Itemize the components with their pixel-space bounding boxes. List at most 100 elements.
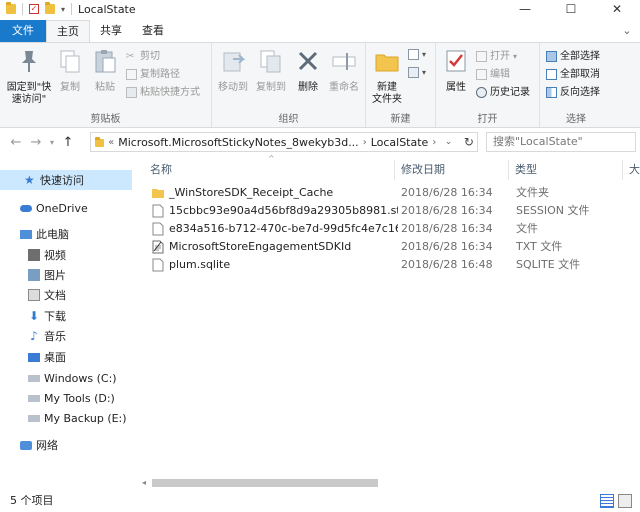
nav-item-pictures[interactable]: 图片 — [0, 265, 132, 285]
table-row[interactable]: e834a516-b712-470c-be7d-99d5fc4e7c16 201… — [148, 220, 638, 238]
file-date: 2018/6/28 16:34 — [401, 222, 493, 235]
nav-item-videos[interactable]: 视频 — [0, 245, 132, 265]
breadcrumb-segment[interactable]: LocalState — [371, 136, 429, 149]
nav-item-drive-c[interactable]: Windows (C:) — [0, 368, 132, 388]
invert-selection-button[interactable]: 反向选择 — [546, 85, 600, 100]
new-group-label: 新建 — [390, 114, 411, 125]
open-button[interactable]: 打开 ▾ — [476, 49, 517, 64]
rename-button[interactable]: 重命名 — [326, 47, 362, 94]
refresh-icon[interactable]: ↻ — [461, 135, 477, 149]
nav-item-downloads[interactable]: ⬇ 下载 — [0, 306, 132, 326]
file-list: ^ 名称 修改日期 类型 大 _WinStoreSDK_Receipt_Cach… — [142, 154, 640, 488]
new-folder-button[interactable]: 新建 文件夹 — [370, 47, 404, 106]
history-button[interactable]: 历史记录 — [476, 85, 530, 100]
nav-item-this-pc[interactable]: 此电脑 — [0, 224, 132, 244]
column-header-date[interactable]: 修改日期 — [394, 160, 508, 180]
move-to-button[interactable]: 移动到 — [214, 47, 252, 94]
column-header-size[interactable]: 大 — [622, 160, 640, 180]
customize-quick-access-icon[interactable]: ▾ — [61, 5, 65, 14]
properties-icon — [446, 50, 466, 72]
close-button[interactable]: ✕ — [594, 0, 640, 18]
invert-selection-label: 反向选择 — [560, 87, 600, 98]
table-row[interactable]: _WinStoreSDK_Receipt_Cache 2018/6/28 16:… — [148, 184, 638, 202]
tab-view[interactable]: 查看 — [132, 20, 174, 42]
recent-locations-icon[interactable]: ▾ — [46, 138, 58, 147]
delete-button[interactable]: 删除 — [294, 47, 322, 94]
computer-icon — [20, 229, 32, 239]
copy-path-button[interactable]: 复制路径 — [126, 67, 180, 82]
new-item-button[interactable]: ▾ — [408, 47, 426, 62]
chevron-right-icon[interactable]: › — [432, 137, 436, 148]
tab-file[interactable]: 文件 — [0, 20, 46, 42]
table-row[interactable]: plum.sqlite 2018/6/28 16:48 SQLITE 文件 — [148, 256, 638, 274]
expand-ribbon-icon[interactable]: ⌄ — [614, 20, 640, 42]
paste-shortcut-label: 粘贴快捷方式 — [140, 87, 200, 98]
forward-arrow-icon[interactable]: → — [26, 135, 46, 150]
paste-button[interactable]: 粘贴 — [90, 47, 120, 94]
file-name: e834a516-b712-470c-be7d-99d5fc4e7c16 — [169, 222, 398, 235]
file-type: 文件 — [516, 222, 538, 235]
details-view-icon[interactable] — [600, 494, 614, 508]
file-name-cell: e834a516-b712-470c-be7d-99d5fc4e7c16 — [152, 220, 398, 238]
tab-home[interactable]: 主页 — [46, 20, 90, 42]
new-folder-quick-icon[interactable] — [45, 2, 55, 14]
properties-button[interactable]: 属性 — [440, 47, 472, 94]
nav-item-label: OneDrive — [36, 201, 88, 215]
nav-item-onedrive[interactable]: OneDrive — [0, 198, 132, 218]
easy-access-dropdown-icon: ▾ — [422, 68, 427, 77]
nav-item-drive-d[interactable]: My Tools (D:) — [0, 388, 132, 408]
file-name: plum.sqlite — [169, 258, 231, 271]
horizontal-scrollbar[interactable]: ◂ — [142, 476, 382, 490]
quick-access-toolbar: ✓ ▾ — [0, 0, 73, 18]
file-date: 2018/6/28 16:34 — [401, 186, 493, 199]
select-all-button[interactable]: 全部选择 — [546, 49, 600, 64]
delete-label: 删除 — [298, 82, 318, 93]
file-name: 15cbbc93e90a4d56bf8d9a29305b8981.sto... — [169, 204, 398, 217]
nav-item-network[interactable]: 网络 — [0, 435, 132, 455]
column-header-name[interactable]: 名称 — [150, 160, 398, 180]
clipboard-group: 固定到"快 速访问" 复制 粘贴 ✂ 剪切 复制路径 粘贴快捷方式 剪贴板 — [0, 43, 212, 127]
view-buttons — [600, 494, 632, 508]
table-row[interactable]: 15cbbc93e90a4d56bf8d9a29305b8981.sto... … — [148, 202, 638, 220]
ribbon: 固定到"快 速访问" 复制 粘贴 ✂ 剪切 复制路径 粘贴快捷方式 剪贴板 移动… — [0, 42, 640, 128]
nav-item-music[interactable]: ♪ 音乐 — [0, 326, 132, 346]
select-none-button[interactable]: 全部取消 — [546, 67, 600, 82]
minimize-button[interactable]: — — [502, 0, 548, 18]
address-bar[interactable]: « Microsoft.MicrosoftStickyNotes_8wekyb3… — [90, 132, 478, 152]
table-row[interactable]: MicrosoftStoreEngagementSDKId 2018/6/28 … — [148, 238, 638, 256]
column-header-type[interactable]: 类型 — [508, 160, 622, 180]
edit-button[interactable]: 编辑 — [476, 67, 510, 82]
nav-item-documents[interactable]: 文档 — [0, 285, 132, 305]
nav-item-desktop[interactable]: 桌面 — [0, 347, 132, 367]
nav-item-label: Windows (C:) — [44, 371, 117, 385]
select-all-label: 全部选择 — [560, 51, 600, 62]
easy-access-button[interactable]: ▾ — [408, 65, 426, 80]
large-icons-view-icon[interactable] — [618, 494, 632, 508]
maximize-button[interactable]: ☐ — [548, 0, 594, 18]
copy-button[interactable]: 复制 — [56, 47, 84, 94]
chevron-right-icon[interactable]: › — [363, 137, 367, 148]
properties-quick-icon[interactable]: ✓ — [29, 4, 39, 14]
download-icon: ⬇ — [28, 309, 40, 323]
up-arrow-icon[interactable]: ↑ — [58, 135, 78, 150]
new-group: 新建 文件夹 ▾ ▾ 新建 — [366, 43, 436, 127]
rename-label: 重命名 — [329, 82, 359, 93]
scroll-left-icon[interactable]: ◂ — [142, 476, 146, 490]
search-input[interactable]: 搜索"LocalState" — [486, 132, 636, 152]
copy-to-button[interactable]: 复制到 — [252, 47, 290, 94]
nav-item-drive-e[interactable]: My Backup (E:) — [0, 408, 132, 428]
copy-label: 复制 — [60, 82, 80, 93]
paste-shortcut-button[interactable]: 粘贴快捷方式 — [126, 85, 200, 100]
tab-share[interactable]: 共享 — [90, 20, 132, 42]
back-arrow-icon[interactable]: ← — [6, 135, 26, 150]
nav-item-quick-access[interactable]: ★ 快速访问 — [0, 170, 132, 190]
pin-quick-access-button[interactable]: 固定到"快 速访问" — [4, 47, 54, 106]
address-dropdown-icon[interactable]: ⌄ — [440, 137, 456, 147]
scrollbar-thumb[interactable] — [152, 479, 378, 487]
breadcrumb-segment[interactable]: Microsoft.MicrosoftStickyNotes_8wekyb3d.… — [118, 136, 358, 149]
cut-button[interactable]: ✂ 剪切 — [126, 49, 160, 64]
open-group: 属性 打开 ▾ 编辑 历史记录 打开 — [436, 43, 540, 127]
address-overflow[interactable]: « — [108, 137, 114, 148]
nav-item-label: 音乐 — [44, 330, 66, 343]
pin-quick-access-label: 固定到"快 速访问" — [6, 82, 52, 105]
